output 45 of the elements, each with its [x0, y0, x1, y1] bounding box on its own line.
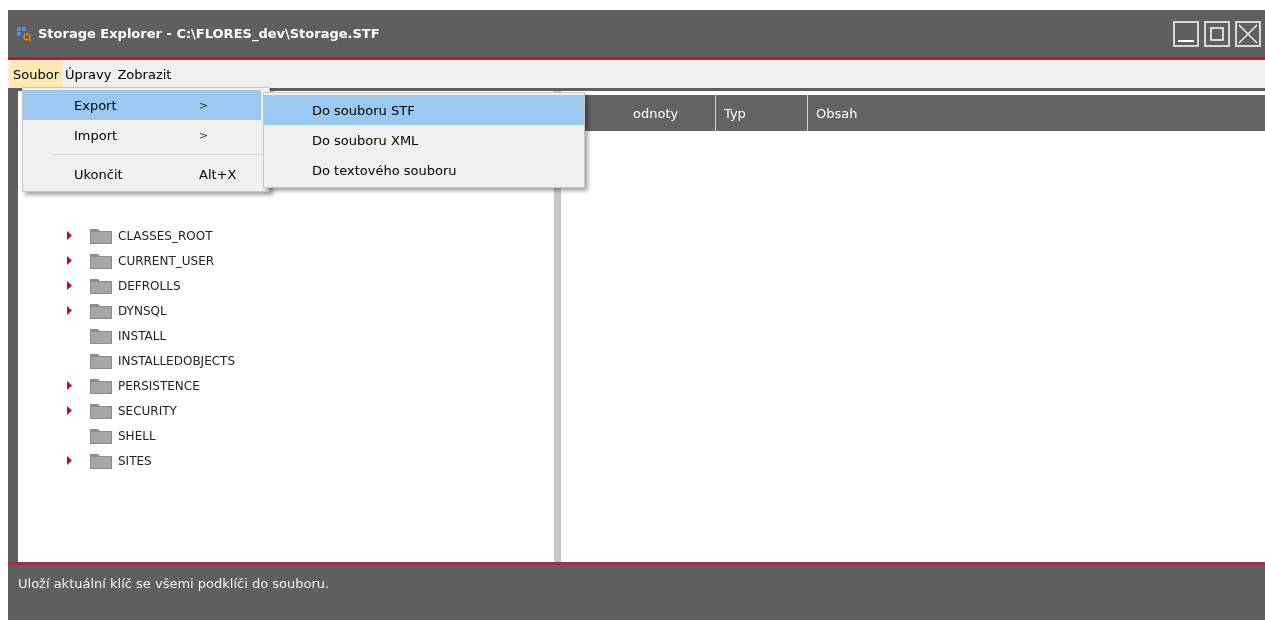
tree-item[interactable]: SHELL [118, 428, 156, 443]
folder-icon [90, 252, 112, 269]
close-icon[interactable] [1235, 20, 1261, 47]
folder-icon [90, 227, 112, 244]
menu-option[interactable]: Import > [23, 120, 261, 150]
tree-item[interactable]: INSTALL [118, 328, 167, 343]
tree-item[interactable]: CURRENT_USER [118, 253, 215, 268]
expand-arrow-icon[interactable] [66, 255, 72, 265]
expand-arrow-icon[interactable] [66, 405, 72, 415]
minimize-icon[interactable] [1173, 20, 1199, 47]
menu-item[interactable]: Zobrazit [114, 60, 175, 88]
tree-item[interactable]: CLASSES_ROOT [118, 228, 213, 243]
tree-item[interactable]: INSTALLEDOBJECTS [118, 353, 236, 368]
folder-icon [90, 352, 112, 369]
tree-item[interactable]: SITES [118, 453, 152, 468]
folder-icon [90, 452, 112, 469]
tree-item[interactable]: PERSISTENCE [118, 378, 200, 393]
column-header[interactable]: Typ [716, 95, 808, 131]
column-header[interactable]: Obsah [808, 95, 1265, 131]
expand-arrow-icon[interactable] [66, 455, 72, 465]
expand-arrow-icon[interactable] [66, 280, 72, 290]
folder-icon [90, 327, 112, 344]
status-text: Uloží aktuální klíč se všemi podklíči do souboru. [18, 576, 330, 591]
folder-icon [90, 277, 112, 294]
maximize-icon[interactable] [1204, 20, 1230, 47]
folder-icon [90, 427, 112, 444]
expand-arrow-icon[interactable] [66, 305, 72, 315]
folder-icon [90, 402, 112, 419]
menu-item[interactable]: Úpravy [62, 60, 115, 88]
folder-icon [90, 377, 112, 394]
folder-icon [90, 302, 112, 319]
tree-item[interactable]: DEFROLLS [118, 278, 181, 293]
column-header[interactable]: odnoty [633, 95, 716, 131]
app-icon [16, 25, 32, 42]
tree-item[interactable]: DYNSQL [118, 303, 167, 318]
window-title: Storage Explorer - C:\FLORES_dev\Storage.STF [38, 26, 381, 41]
expand-arrow-icon[interactable] [66, 380, 72, 390]
tree-item[interactable]: SECURITY [118, 403, 177, 418]
menu-item[interactable]: Soubor [10, 60, 62, 88]
menu-option[interactable]: Do textového souboru [264, 155, 584, 185]
menu-option[interactable]: Do souboru STF [264, 95, 584, 125]
menu-option[interactable]: Do souboru XML [264, 125, 584, 155]
menu-option[interactable]: Ukončit Alt+X [23, 159, 261, 189]
expand-arrow-icon[interactable] [66, 230, 72, 240]
menu-option[interactable]: Export > [23, 90, 261, 120]
